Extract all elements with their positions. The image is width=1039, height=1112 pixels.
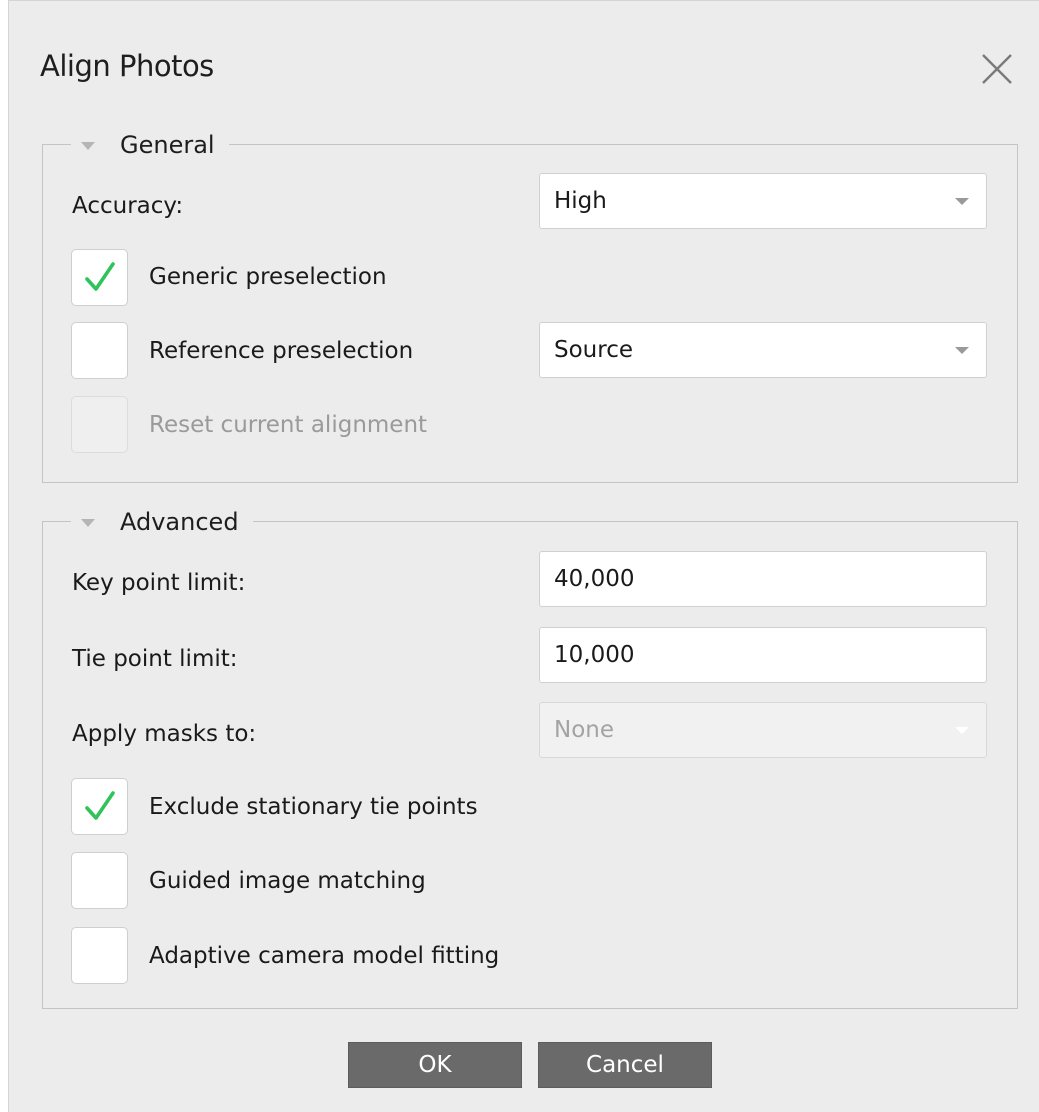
checkmark-icon [84, 261, 115, 291]
exclude-stationary-label: Exclude stationary tie points [149, 794, 478, 820]
adaptive-fitting-checkbox[interactable] [71, 927, 128, 984]
apply-masks-select: None [539, 702, 987, 758]
exclude-stationary-checkbox[interactable] [71, 778, 128, 835]
guided-matching-checkbox[interactable] [71, 852, 128, 909]
accuracy-select[interactable]: High [539, 173, 987, 229]
collapse-triangle-icon [81, 519, 95, 527]
align-photos-dialog: Align Photos General Accuracy: High Gene… [8, 0, 1039, 1112]
reference-source-select[interactable]: Source [539, 322, 987, 378]
guided-matching-label: Guided image matching [149, 868, 426, 894]
advanced-group-header[interactable]: Advanced [71, 500, 253, 544]
reference-preselection-label: Reference preselection [149, 338, 414, 364]
general-group: General Accuracy: High Generic preselect… [42, 123, 1018, 483]
collapse-triangle-icon [81, 142, 95, 150]
key-point-limit-label: Key point limit: [72, 570, 246, 596]
checkmark-icon [84, 790, 115, 820]
adaptive-fitting-label: Adaptive camera model fitting [149, 943, 500, 969]
dropdown-arrow-icon [955, 198, 969, 205]
dropdown-arrow-icon [955, 727, 969, 734]
accuracy-label: Accuracy: [72, 193, 184, 219]
generic-preselection-label: Generic preselection [149, 264, 387, 290]
reset-alignment-checkbox [71, 396, 128, 453]
tie-point-limit-value: 10,000 [554, 642, 635, 668]
reset-alignment-label: Reset current alignment [149, 412, 428, 438]
tie-point-limit-input[interactable]: 10,000 [539, 627, 987, 683]
advanced-group: Advanced Key point limit: 40,000 Tie poi… [42, 500, 1018, 1009]
tie-point-limit-label: Tie point limit: [72, 646, 238, 672]
apply-masks-value: None [554, 717, 615, 743]
key-point-limit-value: 40,000 [554, 566, 635, 592]
accuracy-value: High [554, 188, 607, 214]
key-point-limit-input[interactable]: 40,000 [539, 551, 987, 607]
reference-source-value: Source [554, 337, 633, 363]
general-legend: General [120, 131, 215, 159]
reference-preselection-checkbox[interactable] [71, 322, 128, 379]
general-group-header[interactable]: General [71, 123, 229, 167]
cancel-button[interactable]: Cancel [538, 1042, 712, 1088]
dropdown-arrow-icon [955, 347, 969, 354]
dialog-title: Align Photos [40, 49, 214, 83]
ok-button[interactable]: OK [348, 1042, 522, 1088]
close-icon[interactable] [977, 49, 1017, 89]
advanced-legend: Advanced [120, 508, 239, 536]
apply-masks-label: Apply masks to: [72, 721, 257, 747]
generic-preselection-checkbox[interactable] [71, 249, 128, 306]
